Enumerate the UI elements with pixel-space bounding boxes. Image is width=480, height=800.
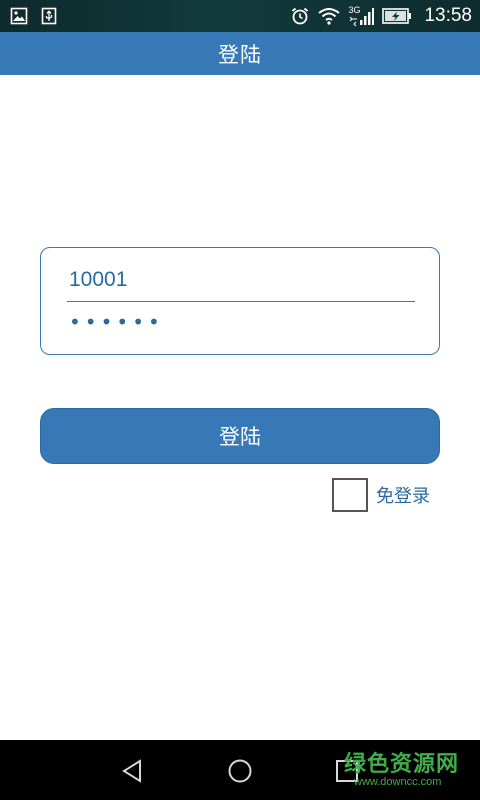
battery-charging-icon — [382, 8, 412, 24]
username-field[interactable]: 10001 — [67, 262, 415, 302]
auto-login-option[interactable]: 免登录 — [332, 478, 430, 512]
status-time: 13:58 — [424, 5, 472, 26]
app-header: 登陆 — [0, 32, 480, 75]
login-button[interactable]: 登陆 — [40, 408, 440, 464]
status-bar: 3G 13:58 — [0, 0, 480, 32]
watermark-text: 绿色资源网 — [344, 752, 460, 777]
password-field[interactable]: •••••• — [67, 308, 415, 344]
login-form-card: 10001 •••••• — [40, 247, 440, 355]
auto-login-checkbox[interactable] — [332, 478, 368, 512]
home-icon[interactable] — [227, 758, 253, 784]
page-title: 登陆 — [218, 42, 262, 67]
back-icon[interactable] — [120, 758, 146, 784]
alarm-icon — [292, 7, 309, 25]
auto-login-label[interactable]: 免登录 — [376, 482, 430, 508]
image-icon — [10, 7, 28, 25]
wifi-icon — [318, 8, 341, 25]
signal-icon: 3G — [348, 5, 375, 27]
watermark-url: www.downcc.com — [354, 776, 442, 788]
usb-icon — [41, 7, 57, 25]
watermark: 绿色资源网 www.downcc.com — [344, 746, 464, 794]
